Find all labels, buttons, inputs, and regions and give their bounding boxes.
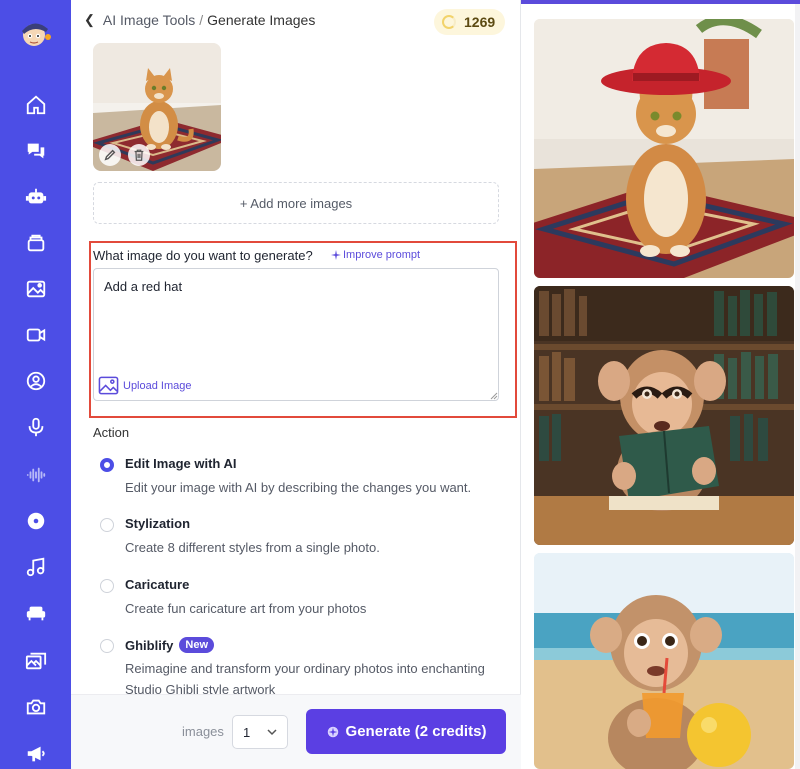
- generate-button-label: Generate (2 credits): [345, 723, 487, 740]
- sparkle-icon: [331, 250, 341, 260]
- option-description: Create 8 different styles from a single …: [125, 540, 380, 555]
- result-image-monkey-reading[interactable]: [534, 286, 794, 545]
- option-edit-image[interactable]: Edit Image with AI Edit your image with …: [100, 456, 500, 496]
- camera-icon[interactable]: [22, 693, 50, 721]
- delete-image-button[interactable]: [128, 144, 150, 166]
- music-icon[interactable]: [22, 553, 50, 581]
- images-count-label: images: [182, 724, 224, 739]
- result-image-monkey-beach[interactable]: [534, 553, 794, 769]
- waveform-icon[interactable]: [22, 461, 50, 489]
- radio-unselected[interactable]: [100, 518, 114, 532]
- option-description: Create fun caricature art from your phot…: [125, 601, 367, 616]
- option-stylization[interactable]: Stylization Create 8 different styles fr…: [100, 516, 500, 556]
- option-title: Edit Image with AI: [125, 456, 237, 471]
- pencil-icon: [104, 149, 116, 161]
- megaphone-icon[interactable]: [22, 740, 50, 768]
- credits-count: 1269: [464, 14, 496, 30]
- images-count-select[interactable]: 1: [232, 715, 288, 749]
- add-more-images-button[interactable]: + Add more images: [93, 182, 499, 224]
- disc-icon[interactable]: [22, 507, 50, 535]
- credits-badge[interactable]: 1269: [434, 9, 506, 35]
- chat-icon[interactable]: [22, 137, 50, 165]
- cat-red-hat-photo: [534, 19, 794, 278]
- gallery-icon[interactable]: [22, 275, 50, 303]
- improve-prompt-button[interactable]: Improve prompt: [331, 249, 420, 261]
- upload-image-label: Upload Image: [123, 379, 192, 392]
- layers-icon[interactable]: [22, 229, 50, 257]
- sparkle-icon: [327, 726, 338, 737]
- trash-icon: [134, 149, 144, 161]
- sidebar: [0, 0, 71, 769]
- video-icon[interactable]: [22, 321, 50, 349]
- images-count-value: 1: [243, 724, 251, 740]
- microphone-icon[interactable]: [22, 413, 50, 441]
- radio-unselected[interactable]: [100, 579, 114, 593]
- photos-icon[interactable]: [22, 647, 50, 675]
- option-description: Edit your image with AI by describing th…: [125, 480, 472, 495]
- breadcrumb-separator: /: [199, 12, 204, 28]
- uploaded-image-thumbnail[interactable]: [93, 43, 221, 171]
- chevron-down-icon: [267, 729, 277, 736]
- sofa-icon[interactable]: [22, 599, 50, 627]
- radio-unselected[interactable]: [100, 639, 114, 653]
- upload-image-button[interactable]: Upload Image: [98, 375, 192, 396]
- breadcrumb-current: Generate Images: [207, 12, 316, 28]
- result-image-cat-red-hat[interactable]: [534, 19, 794, 278]
- credits-icon: [442, 15, 456, 29]
- breadcrumb-parent[interactable]: AI Image Tools: [103, 12, 195, 28]
- option-title-row: Ghiblify New: [125, 637, 215, 653]
- improve-prompt-label: Improve prompt: [343, 249, 421, 261]
- resize-handle-icon[interactable]: [490, 392, 498, 400]
- action-label: Action: [93, 425, 130, 440]
- option-caricature[interactable]: Caricature Create fun caricature art fro…: [100, 577, 500, 617]
- image-upload-icon: [98, 376, 119, 395]
- chevron-left-icon[interactable]: ❮: [84, 12, 95, 28]
- monkey-reading-photo: [534, 286, 794, 545]
- generate-button[interactable]: Generate (2 credits): [306, 709, 506, 754]
- user-circle-icon[interactable]: [22, 367, 50, 395]
- edit-image-button[interactable]: [99, 144, 121, 166]
- option-title: Ghiblify: [125, 637, 174, 653]
- option-title: Stylization: [125, 516, 191, 531]
- monkey-beach-photo: [534, 553, 794, 769]
- app-logo[interactable]: [16, 17, 54, 49]
- option-title: Caricature: [125, 577, 190, 592]
- option-ghiblify[interactable]: Ghiblify New Reimagine and transform you…: [100, 637, 500, 697]
- home-icon[interactable]: [22, 91, 50, 119]
- scrollbar-track[interactable]: [795, 4, 800, 769]
- prompt-label: What image do you want to generate?: [93, 248, 313, 263]
- new-badge: New: [179, 637, 215, 653]
- radio-selected[interactable]: [100, 458, 114, 472]
- breadcrumb: ❮ AI Image Tools / Generate Images: [84, 12, 315, 28]
- robot-icon[interactable]: [22, 183, 50, 211]
